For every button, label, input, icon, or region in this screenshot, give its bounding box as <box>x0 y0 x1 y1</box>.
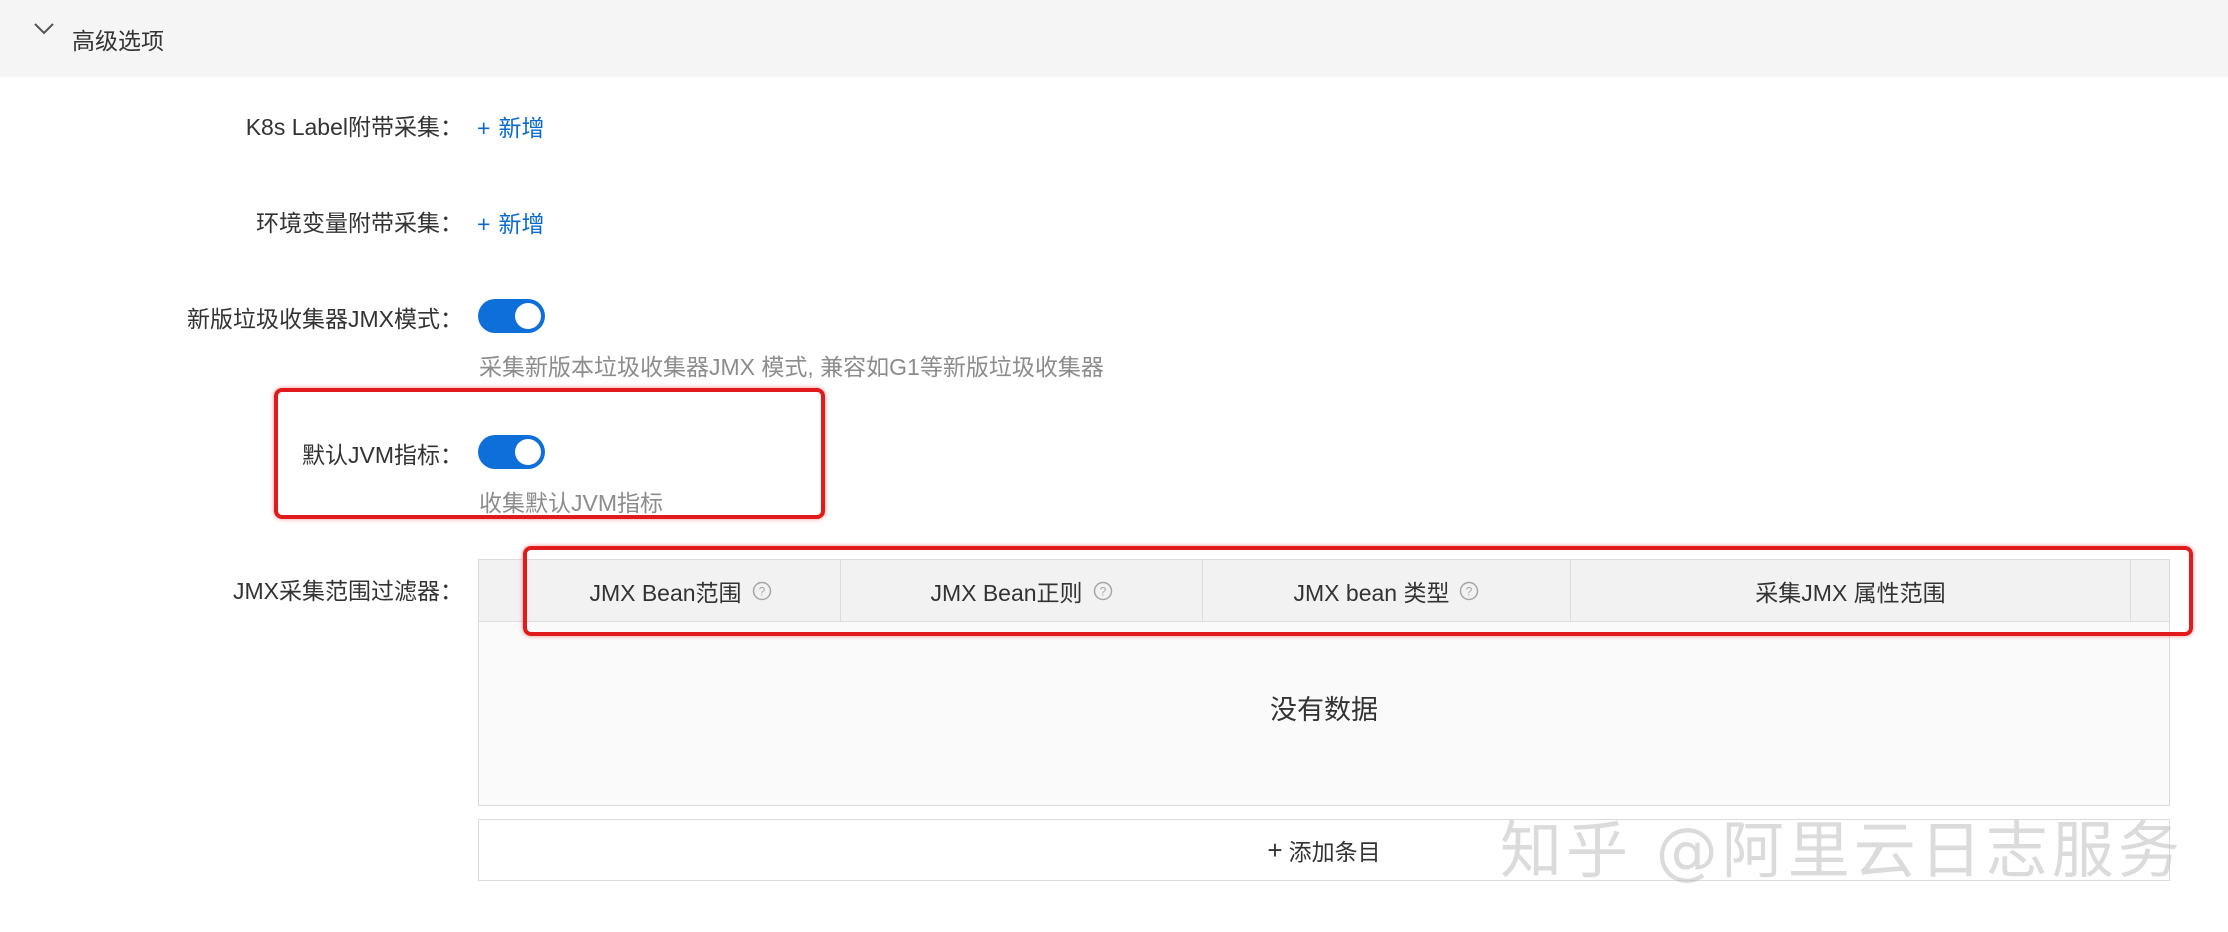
plus-icon: + <box>477 115 491 141</box>
section-title: 高级选项 <box>72 28 164 54</box>
empty-state-text: 没有数据 <box>1270 695 1378 725</box>
gc-jmx-mode-label: 新版垃圾收集器JMX模式： <box>187 306 463 332</box>
env-var-add-link[interactable]: + 新增 <box>477 205 544 239</box>
highlight-box-default-jvm <box>274 388 825 519</box>
highlight-box-table-header <box>523 546 2193 636</box>
gc-jmx-mode-hint: 采集新版本垃圾收集器JMX 模式, 兼容如G1等新版垃圾收集器 <box>479 354 1104 380</box>
chevron-down-icon[interactable] <box>33 22 55 36</box>
env-var-field-label: 环境变量附带采集： <box>256 210 463 236</box>
plus-icon: + <box>477 211 491 237</box>
advanced-options-header[interactable]: 高级选项 <box>0 0 2228 77</box>
toggle-knob <box>515 303 541 329</box>
add-link-label: 新增 <box>498 115 545 141</box>
gc-jmx-mode-toggle[interactable] <box>478 299 545 333</box>
jmx-filter-label: JMX采集范围过滤器： <box>233 578 463 604</box>
add-entry-label: 添加条目 <box>1288 839 1381 865</box>
watermark: 知乎 @阿里云日志服务 <box>1500 814 2184 887</box>
add-link-label: 新增 <box>498 211 545 237</box>
k8s-label-field-label: K8s Label附带采集： <box>245 114 463 140</box>
k8s-label-add-link[interactable]: + 新增 <box>477 109 544 143</box>
plus-icon: + <box>1267 834 1283 865</box>
